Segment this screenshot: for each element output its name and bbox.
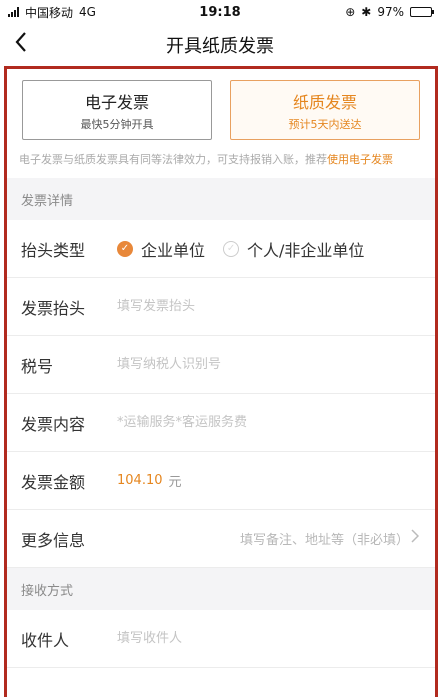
receive-method-header: 接收方式: [7, 568, 435, 610]
title-type-label: 抬头类型: [21, 240, 86, 260]
use-electronic-invoice-link[interactable]: 使用电子发票: [327, 153, 393, 166]
invoice-amount-label: 发票金额: [21, 472, 86, 492]
more-info-label: 更多信息: [21, 530, 86, 550]
invoice-content-input[interactable]: [117, 407, 435, 438]
paper-invoice-option[interactable]: 纸质发票 预计5天内送达: [230, 80, 420, 140]
check-icon: ✓: [117, 240, 133, 257]
more-info-row[interactable]: 更多信息 填写备注、地址等（非必填）: [7, 510, 435, 568]
nav-bar: 开具纸质发票: [0, 24, 440, 66]
rotation-lock-icon: ⊕: [345, 5, 356, 19]
radio-enterprise[interactable]: ✓ 企业单位: [117, 237, 205, 261]
invoice-amount-unit: 元: [168, 475, 182, 490]
chevron-right-icon: [411, 529, 420, 547]
status-time: 19:18: [199, 4, 241, 20]
network-type: 4G: [79, 5, 96, 19]
invoice-note-text: 电子发票与纸质发票具有同等法律效力，可支持报销入账，推荐: [19, 153, 327, 166]
page-title: 开具纸质发票: [166, 36, 274, 57]
carrier-name: 中国移动: [25, 5, 74, 20]
radio-individual-label: 个人/非企业单位: [247, 240, 365, 260]
tax-id-label: 税号: [21, 356, 54, 376]
invoice-title-label: 发票抬头: [21, 298, 86, 318]
radio-enterprise-label: 企业单位: [141, 240, 206, 260]
invoice-amount-row: 发票金额 104.10 元: [7, 452, 435, 510]
invoice-title-input[interactable]: [117, 291, 435, 322]
invoice-content-row: 发票内容: [7, 394, 435, 452]
bluetooth-icon: ✱: [361, 5, 372, 19]
check-icon: ✓: [223, 240, 240, 257]
invoice-amount-value: 104.10: [117, 473, 163, 488]
title-type-row: 抬头类型 ✓ 企业单位 ✓ 个人/非企业单位: [7, 220, 435, 278]
invoice-title-row: 发票抬头: [7, 278, 435, 336]
tax-id-input[interactable]: [117, 349, 435, 380]
battery-icon: [410, 7, 434, 17]
invoice-note: 电子发票与纸质发票具有同等法律效力，可支持报销入账，推荐使用电子发票: [7, 140, 435, 178]
electronic-invoice-option[interactable]: 电子发票 最快5分钟开具: [22, 80, 212, 140]
invoice-form-frame: 电子发票 最快5分钟开具 纸质发票 预计5天内送达 电子发票与纸质发票具有同等法…: [4, 66, 438, 697]
electronic-invoice-subtitle: 最快5分钟开具: [80, 117, 154, 131]
recipient-label: 收件人: [21, 630, 70, 650]
signal-icon: [8, 7, 19, 17]
invoice-type-selector: 电子发票 最快5分钟开具 纸质发票 预计5天内送达: [7, 69, 435, 140]
electronic-invoice-title: 电子发票: [84, 92, 149, 112]
paper-invoice-title: 纸质发票: [292, 92, 357, 112]
recipient-input[interactable]: [117, 623, 435, 654]
status-right: ⊕ ✱ 97%: [345, 5, 434, 19]
status-bar: 中国移动 4G 19:18 ⊕ ✱ 97%: [0, 0, 440, 24]
invoice-content-label: 发票内容: [21, 414, 86, 434]
invoice-details-header: 发票详情: [7, 178, 435, 220]
radio-individual[interactable]: ✓ 个人/非企业单位: [223, 237, 364, 261]
paper-invoice-subtitle: 预计5天内送达: [288, 117, 362, 131]
more-info-placeholder: 填写备注、地址等（非必填）: [239, 533, 409, 548]
battery-percent: 97%: [377, 5, 404, 19]
recipient-row: 收件人: [7, 610, 435, 668]
tax-id-row: 税号: [7, 336, 435, 394]
status-left: 中国移动 4G: [8, 4, 96, 21]
chevron-left-icon[interactable]: [14, 31, 28, 59]
